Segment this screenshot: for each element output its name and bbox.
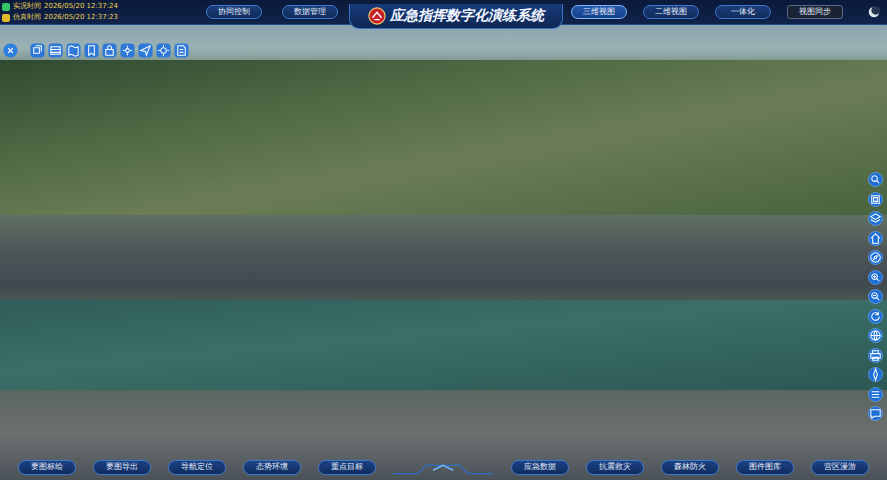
function-button[interactable]: 要图导出 (93, 460, 151, 475)
layers-icon[interactable] (30, 43, 45, 58)
function-button[interactable]: 营区漫游 (811, 460, 869, 475)
time-row: 仿真时间2026/05/20 12:37:23 (2, 13, 198, 22)
right-toolbar (868, 172, 883, 421)
time-value: 2026/05/20 12:37:23 (44, 13, 118, 22)
river (0, 300, 887, 400)
left-nav: 协同控制 数据管理 (206, 5, 341, 19)
function-button[interactable]: 应急数据 (511, 460, 569, 475)
emblem-icon (368, 7, 386, 25)
home-icon[interactable] (868, 231, 883, 246)
view-button[interactable]: 三维视图 (571, 5, 627, 19)
navigation-icon[interactable] (868, 367, 883, 382)
layers-icon[interactable] (868, 211, 883, 226)
time-value: 2026/05/20 12:37:24 (44, 2, 118, 11)
chat-icon[interactable] (868, 406, 883, 421)
mountains (0, 60, 887, 230)
time-label: 仿真时间 (13, 13, 41, 22)
compass-icon[interactable] (868, 250, 883, 265)
lock-icon[interactable] (102, 43, 117, 58)
table-icon[interactable] (48, 43, 63, 58)
view-button[interactable]: 二维视图 (643, 5, 699, 19)
sync-button[interactable]: 视图同步 (787, 5, 843, 19)
print-icon[interactable] (868, 348, 883, 363)
gear-icon[interactable] (156, 43, 171, 58)
function-button[interactable]: 图件图库 (736, 460, 794, 475)
title-box: 应急指挥数字化演练系统 (349, 4, 563, 29)
close-icon[interactable] (3, 43, 18, 58)
refresh-icon[interactable] (868, 309, 883, 324)
center-ornament-icon (393, 458, 493, 476)
zoom-out-icon[interactable] (868, 289, 883, 304)
function-button[interactable]: 态势环境 (243, 460, 301, 475)
time-panel: 实况时间2026/05/20 12:37:24仿真时间2026/05/20 12… (2, 2, 198, 22)
menu-icon[interactable] (868, 387, 883, 402)
search-icon[interactable] (868, 172, 883, 187)
settings-icon[interactable] (120, 43, 135, 58)
right-nav: 三维视图 二维视图 一体化 视图同步 (571, 5, 843, 19)
globe-icon[interactable] (867, 5, 881, 19)
function-button[interactable]: 要图标绘 (18, 460, 76, 475)
send-icon[interactable] (138, 43, 153, 58)
view-button[interactable]: 一体化 (715, 5, 771, 19)
left-toolbar (3, 43, 189, 58)
top-bar: 实况时间2026/05/20 12:37:24仿真时间2026/05/20 12… (0, 0, 887, 25)
drill-screen: 实况时间2026/05/20 12:37:24仿真时间2026/05/20 12… (0, 0, 887, 480)
function-button[interactable]: 导航定位 (168, 460, 226, 475)
clock-icon (2, 14, 10, 22)
time-label: 实况时间 (13, 2, 41, 11)
function-button[interactable]: 重点目标 (318, 460, 376, 475)
map-view[interactable] (0, 0, 887, 480)
app-title: 应急指挥数字化演练系统 (390, 7, 544, 25)
clock-icon (2, 3, 10, 11)
bookmark-icon[interactable] (84, 43, 99, 58)
map-icon[interactable] (66, 43, 81, 58)
nav-button[interactable]: 协同控制 (206, 5, 262, 19)
function-button[interactable]: 抗震救灾 (586, 460, 644, 475)
time-row: 实况时间2026/05/20 12:37:24 (2, 2, 198, 11)
frame-icon[interactable] (868, 192, 883, 207)
function-button[interactable]: 森林防火 (661, 460, 719, 475)
zoom-in-icon[interactable] (868, 270, 883, 285)
nav-button[interactable]: 数据管理 (282, 5, 338, 19)
globe-icon[interactable] (868, 328, 883, 343)
document-icon[interactable] (174, 43, 189, 58)
bottom-bar: 要图标绘 要图导出 导航定位 态势环境 重点目标 应急数据 抗震救灾 森林防火 图件图库 营区漫游 (18, 458, 869, 476)
